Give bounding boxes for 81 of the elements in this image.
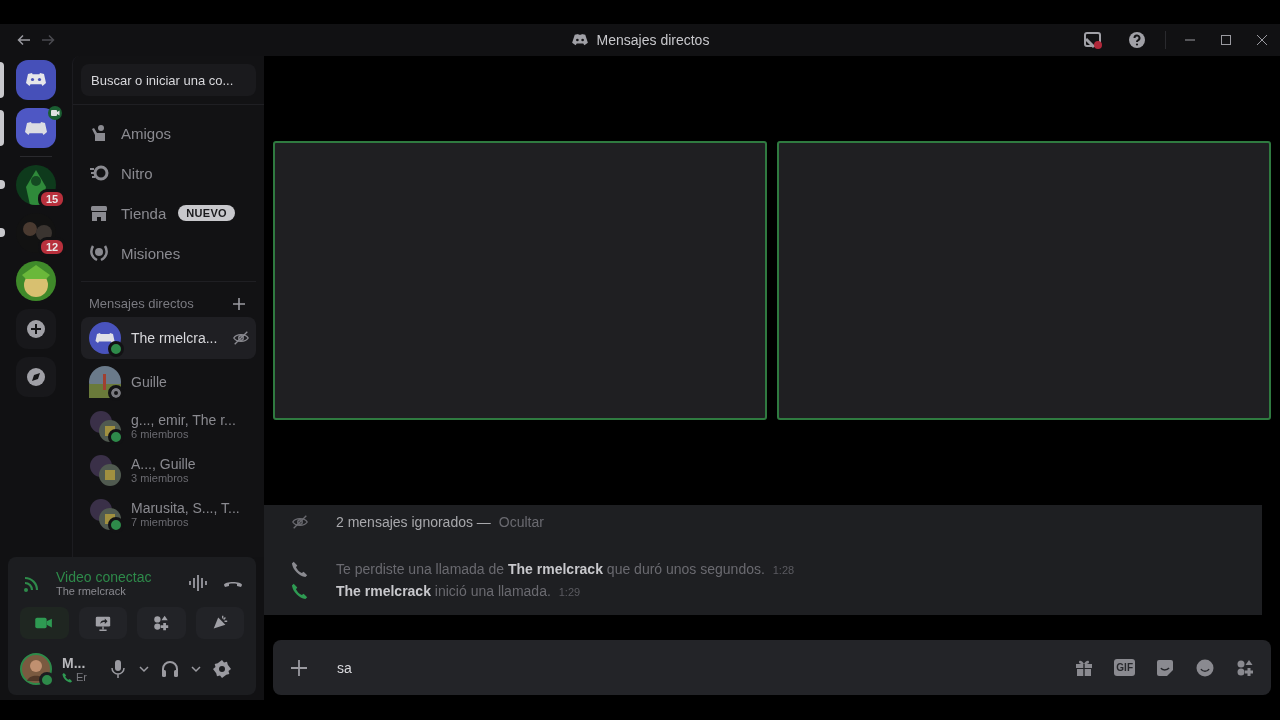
- screen-share-icon: [93, 614, 112, 632]
- phone-icon: [62, 671, 73, 683]
- nav-item[interactable]: Amigos: [81, 113, 256, 153]
- dm-name: Guille: [131, 374, 168, 390]
- window-title: Mensajes directos: [596, 32, 710, 48]
- discover-button[interactable]: [16, 357, 56, 397]
- plus-icon[interactable]: [289, 657, 309, 678]
- server-icon[interactable]: [16, 165, 56, 205]
- controller-logo-icon: [570, 33, 589, 47]
- video-tile[interactable]: [273, 141, 767, 420]
- section-heading: Mensajes directos: [89, 296, 194, 311]
- share-screen-button[interactable]: [78, 607, 127, 639]
- server-icon[interactable]: [16, 108, 56, 148]
- online-status-dot: [39, 672, 55, 688]
- nav-item[interactable]: Nitro: [81, 153, 256, 193]
- user-name: M...: [62, 655, 87, 671]
- laurel-icon: [89, 243, 109, 263]
- user-status: Er: [76, 671, 87, 683]
- avatar: [89, 454, 121, 486]
- settings-icon[interactable]: [212, 659, 232, 679]
- hide-link[interactable]: Ocultar: [498, 514, 544, 530]
- dm-name: The rmelcra...: [131, 330, 219, 346]
- compass-icon: [26, 367, 46, 387]
- video-tile[interactable]: [777, 141, 1271, 420]
- help-icon[interactable]: [1127, 30, 1147, 50]
- back-arrow-icon[interactable]: [16, 32, 32, 48]
- shapes-icon: [152, 614, 171, 632]
- dm-name: A..., Guille: [131, 456, 197, 472]
- dm-item[interactable]: A..., Guille 3 miembros: [81, 449, 256, 491]
- activities-button[interactable]: [137, 607, 186, 639]
- dm-name: g..., emir, The r...: [131, 412, 237, 428]
- video-camera-icon: [34, 616, 55, 630]
- nav-item[interactable]: Tienda NUEVO: [81, 193, 256, 233]
- emoji-icon[interactable]: [1195, 657, 1215, 678]
- headphones-icon[interactable]: [160, 659, 180, 679]
- phone-icon: [291, 560, 309, 578]
- server-icon[interactable]: [16, 261, 56, 301]
- dm-item[interactable]: Marusita, S..., T... 7 miembros: [81, 493, 256, 535]
- message-field[interactable]: sa: [335, 658, 1049, 677]
- member-count: 7 miembros: [131, 516, 190, 528]
- dm-item[interactable]: The rmelcra...: [81, 317, 256, 359]
- shop-icon: [89, 203, 109, 223]
- nav-item[interactable]: Misiones: [81, 233, 256, 273]
- caret-icon[interactable]: [190, 663, 202, 675]
- system-message: 2 mensajes ignorados —: [336, 514, 491, 530]
- plus-icon[interactable]: [232, 296, 246, 311]
- member-count: 6 miembros: [131, 428, 190, 440]
- voice-status: Video conectac: [56, 569, 153, 585]
- sticker-icon[interactable]: [1155, 657, 1175, 678]
- nav-label: Nitro: [121, 164, 153, 182]
- maximize-icon[interactable]: [1220, 34, 1232, 46]
- hidden-eye-icon[interactable]: [232, 329, 250, 347]
- hidden-eye-icon: [291, 513, 309, 531]
- plus-icon: [26, 319, 46, 339]
- home-button[interactable]: [16, 60, 56, 100]
- gif-button[interactable]: GIF: [1114, 659, 1135, 676]
- caret-icon[interactable]: [138, 663, 150, 675]
- search-button[interactable]: Buscar o iniciar una co...: [81, 64, 256, 96]
- microphone-icon[interactable]: [108, 659, 128, 679]
- voice-channel[interactable]: The rmelcrack: [56, 585, 176, 597]
- soundboard-button[interactable]: [195, 607, 244, 639]
- timestamp: 1:29: [558, 586, 581, 598]
- nav-label: Tienda: [121, 204, 167, 222]
- dm-name: Marusita, S..., T...: [131, 500, 241, 516]
- close-icon[interactable]: [1256, 34, 1268, 46]
- avatar: [89, 366, 121, 398]
- new-tag: NUEVO: [178, 205, 235, 221]
- system-message: Te perdiste una llamada de The rmelcrack que duró unos segundos.: [336, 561, 765, 577]
- member-count: 3 miembros: [131, 472, 190, 484]
- add-server-button[interactable]: [16, 309, 56, 349]
- soundwave-icon[interactable]: [188, 573, 210, 593]
- nitro-icon: [89, 163, 109, 183]
- phone-icon: [291, 582, 309, 600]
- system-message: The rmelcrack inició una llamada.: [336, 583, 551, 599]
- inbox-icon[interactable]: [1083, 30, 1103, 50]
- dm-item[interactable]: Guille: [81, 361, 256, 403]
- timestamp: 1:28: [772, 564, 795, 576]
- camera-button[interactable]: [20, 607, 69, 639]
- nav-label: Misiones: [121, 244, 181, 262]
- nav-label: Amigos: [121, 124, 172, 142]
- dm-item[interactable]: g..., emir, The r... 6 miembros: [81, 405, 256, 447]
